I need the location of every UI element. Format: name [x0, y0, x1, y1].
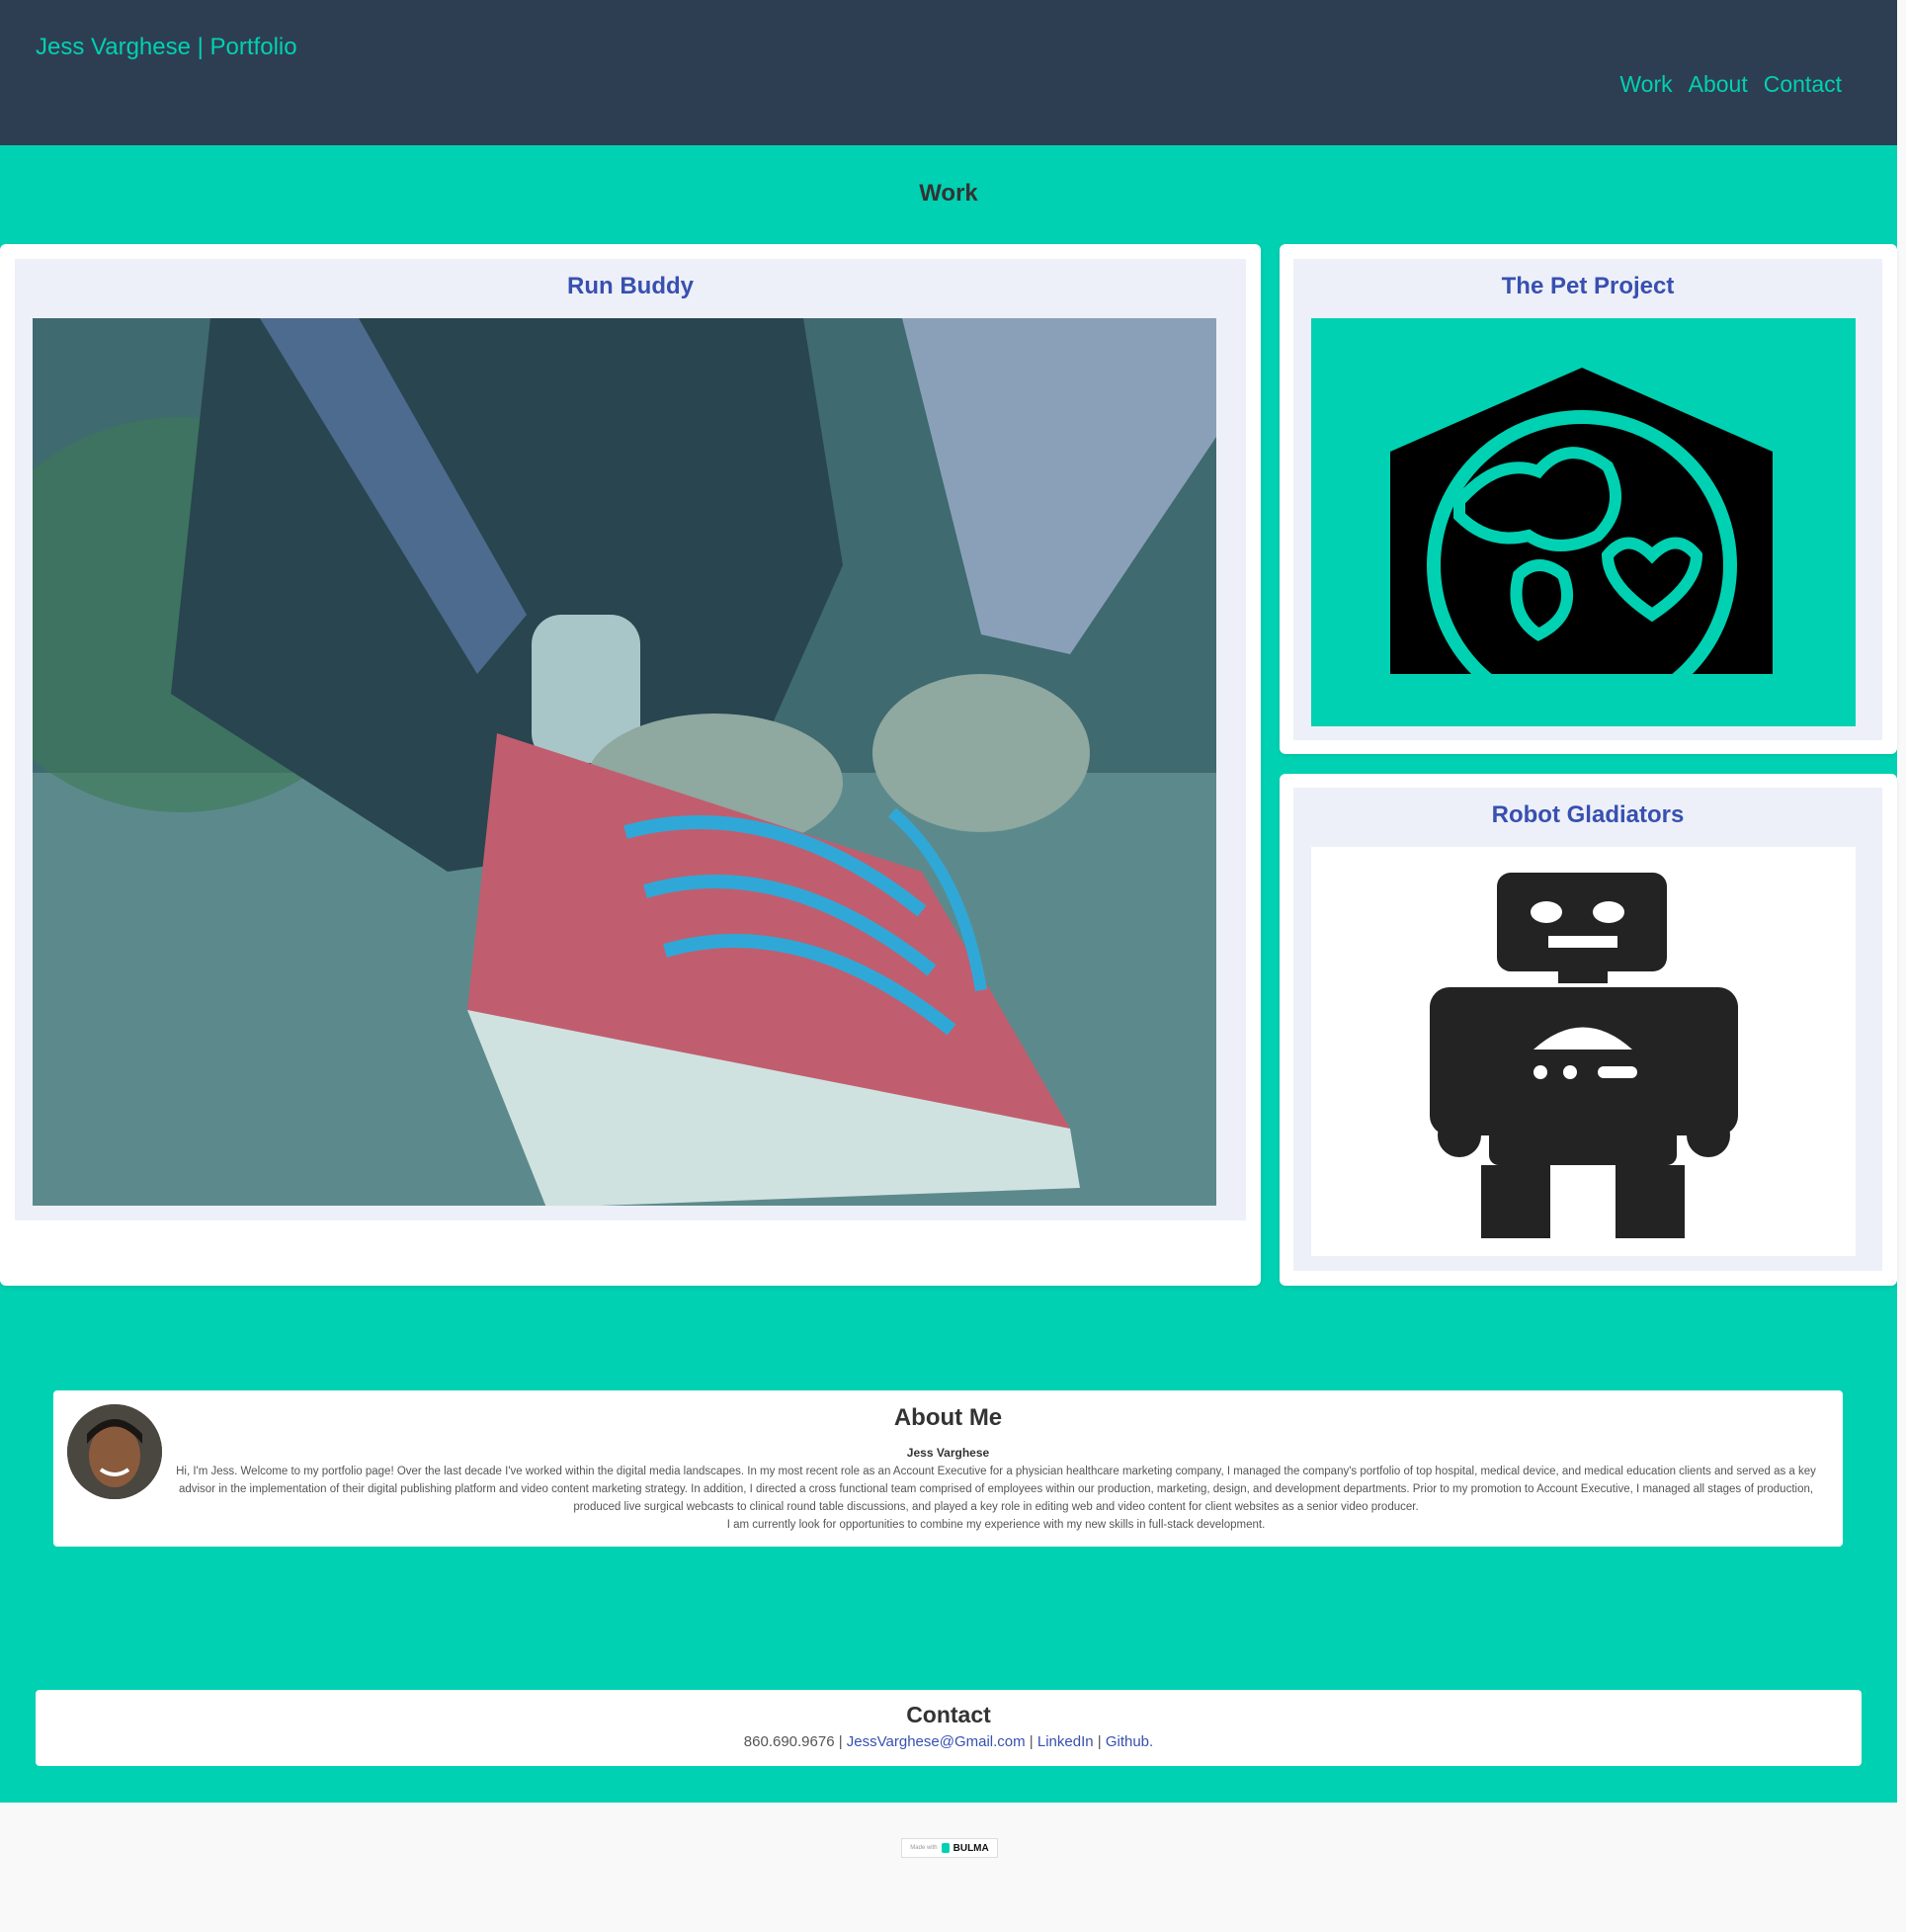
project-card-robot-gladiators[interactable]: Robot Gladiators	[1280, 774, 1897, 1286]
about-paragraph: Hi, I'm Jess. Welcome to my portfolio pa…	[176, 1466, 1816, 1513]
avatar	[67, 1404, 162, 1499]
pet-project-image[interactable]	[1311, 318, 1856, 726]
project-inner: The Pet Project	[1293, 259, 1882, 740]
contact-title: Contact	[906, 1702, 991, 1727]
bulma-logo-icon	[941, 1843, 950, 1853]
project-inner: Robot Gladiators	[1293, 788, 1882, 1271]
email-link[interactable]: JessVarghese@Gmail.com	[847, 1733, 1026, 1750]
separator: |	[834, 1733, 847, 1750]
running-shoe-image[interactable]	[33, 318, 1216, 1206]
project-title[interactable]: Robot Gladiators	[1293, 801, 1882, 829]
contact-line: 860.690.9676 | JessVarghese@Gmail.com | …	[36, 1733, 1862, 1750]
project-card-run-buddy[interactable]: Run Buddy	[0, 244, 1261, 1286]
work-section-title: Work	[919, 180, 978, 207]
brand-link[interactable]: Jess Varghese | Portfolio	[36, 34, 297, 61]
about-name: Jess Varghese	[906, 1446, 990, 1460]
nav-link-work[interactable]: Work	[1619, 71, 1672, 98]
made-with-label: Made with	[910, 1845, 938, 1851]
nav-link-contact[interactable]: Contact	[1764, 71, 1842, 98]
separator: |	[1025, 1733, 1037, 1750]
navbar: Jess Varghese | Portfolio Work About Con…	[0, 0, 1897, 145]
about-title: About Me	[893, 1404, 1003, 1431]
project-title[interactable]: The Pet Project	[1293, 273, 1882, 300]
project-inner: Run Buddy	[15, 259, 1246, 1220]
github-link[interactable]: Github.	[1106, 1733, 1153, 1750]
nav-links: Work About Contact	[1619, 71, 1842, 98]
made-with-bulma-badge[interactable]: Made with BULMA	[901, 1838, 998, 1858]
separator: |	[1093, 1733, 1106, 1750]
linkedin-link[interactable]: LinkedIn	[1037, 1733, 1094, 1750]
pet-house-icon	[1370, 368, 1795, 726]
bulma-label: BULMA	[953, 1842, 989, 1854]
about-body: Hi, I'm Jess. Welcome to my portfolio pa…	[164, 1463, 1828, 1534]
nav-link-about[interactable]: About	[1689, 71, 1748, 98]
contact-card: Contact 860.690.9676 | JessVarghese@Gmai…	[36, 1690, 1862, 1766]
robot-icon	[1430, 873, 1738, 1238]
contact-phone: 860.690.9676	[743, 1733, 835, 1750]
profile-photo-icon	[67, 1404, 162, 1499]
about-paragraph-2: I am currently look for opportunities to…	[726, 1519, 1266, 1531]
robot-gladiators-image[interactable]	[1311, 847, 1856, 1256]
running-shoe-icon	[33, 318, 1216, 1206]
project-title[interactable]: Run Buddy	[15, 273, 1246, 300]
about-card: About Me Jess Varghese Hi, I'm Jess. Wel…	[53, 1390, 1843, 1547]
project-card-pet-project[interactable]: The Pet Project	[1280, 244, 1897, 754]
